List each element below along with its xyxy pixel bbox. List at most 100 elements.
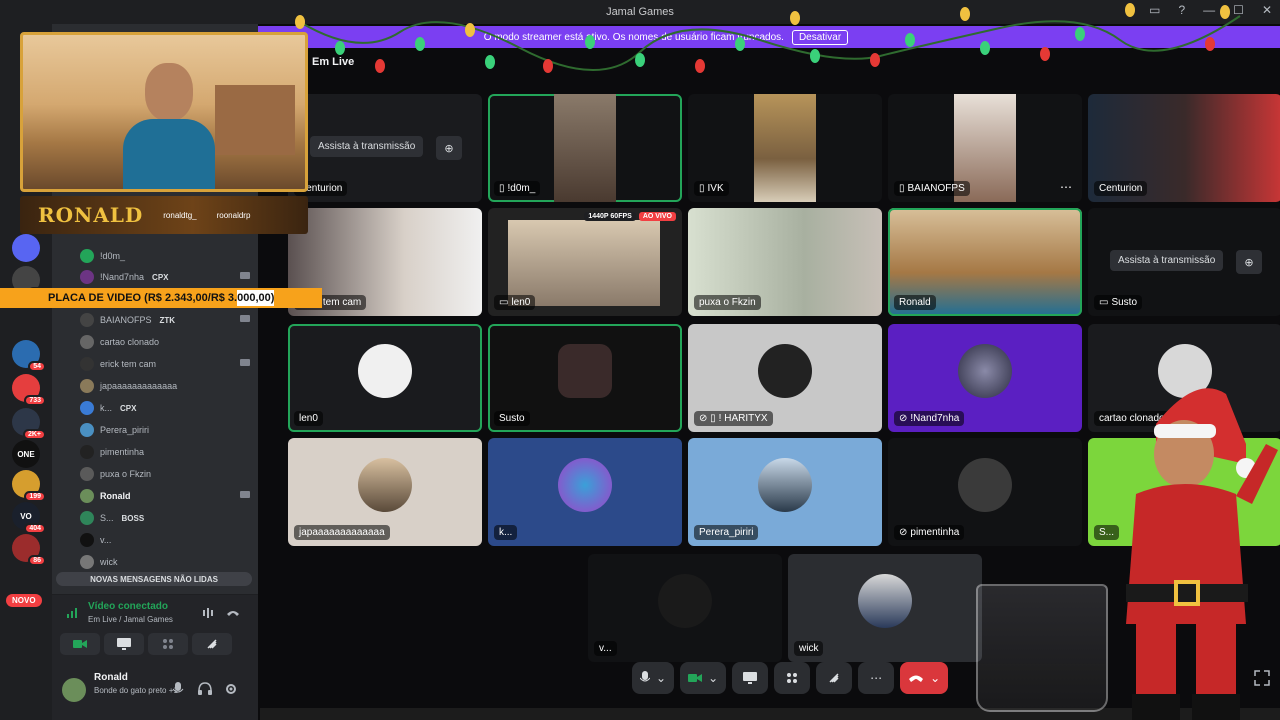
- member-tag: CPX: [152, 272, 169, 282]
- signal-icon[interactable]: [66, 605, 80, 619]
- video-tile[interactable]: ▯ BAIANOFPS ⋯: [888, 94, 1082, 202]
- chevron-down-icon[interactable]: ⌄: [930, 671, 940, 685]
- disconnect-button[interactable]: ⌄: [900, 662, 949, 694]
- noise-suppression-icon[interactable]: [202, 607, 216, 619]
- avatar: [80, 401, 94, 415]
- voice-member[interactable]: puxa o Fkzin: [80, 464, 250, 484]
- voice-member[interactable]: japaaaaaaaaaaaaa: [80, 376, 250, 396]
- microphone-icon[interactable]: [172, 682, 184, 696]
- voice-member[interactable]: erick tem cam: [80, 354, 250, 374]
- voice-member[interactable]: Perera_piriri: [80, 420, 250, 440]
- server-icon[interactable]: 199: [12, 470, 46, 502]
- chevron-down-icon[interactable]: ⌄: [708, 671, 718, 685]
- background-house: [215, 85, 295, 155]
- server-badge: 404: [24, 523, 46, 534]
- soundboard-button[interactable]: [816, 662, 853, 694]
- watch-stream-button[interactable]: Assista à transmissão: [1110, 250, 1224, 271]
- soundboard-button[interactable]: [192, 633, 232, 655]
- activities-button[interactable]: [148, 633, 188, 655]
- avatar-tile[interactable]: japaaaaaaaaaaaaa: [288, 438, 482, 546]
- participant-name: ▯ IVK: [694, 181, 729, 196]
- member-name: pimentinha: [100, 447, 145, 457]
- avatar-tile[interactable]: wick: [788, 554, 982, 662]
- more-icon: ⋯: [870, 671, 883, 685]
- disconnect-icon[interactable]: [226, 607, 240, 619]
- light-bulb: [695, 59, 705, 73]
- screen-share-button[interactable]: [732, 662, 769, 694]
- avatar: [80, 489, 94, 503]
- minimize-icon[interactable]: —: [1203, 3, 1215, 17]
- voice-member[interactable]: cartao clonado: [80, 332, 250, 352]
- avatar: [80, 357, 94, 371]
- member-name: !Nand7nha: [100, 272, 145, 282]
- popout-icon[interactable]: ⊕: [1236, 250, 1262, 274]
- avatar-tile[interactable]: ⊘ pimentinha: [888, 438, 1082, 546]
- help-icon[interactable]: ?: [1178, 3, 1185, 17]
- disable-streamer-mode-button[interactable]: Desativar: [791, 29, 849, 45]
- member-name: Perera_piriri: [100, 425, 150, 435]
- call-controls: ⌄ ⌄ ⋯ ⌄: [632, 662, 949, 694]
- server-icon[interactable]: 54: [12, 340, 46, 372]
- popout-icon[interactable]: ⊕: [436, 136, 462, 160]
- avatar-tile[interactable]: Susto: [488, 324, 682, 432]
- voice-member[interactable]: S... BOSS: [80, 508, 250, 528]
- voice-member[interactable]: !Nand7nha CPX: [80, 267, 250, 287]
- stream-tile[interactable]: 1440P 60FPS AO VIVO ▭ len0: [488, 208, 682, 316]
- voice-member[interactable]: Ronald: [80, 486, 250, 506]
- voice-member[interactable]: v...: [80, 530, 250, 550]
- maximize-icon[interactable]: ☐: [1233, 3, 1244, 17]
- watch-stream-button[interactable]: Assista à transmissão: [310, 136, 424, 157]
- server-icon[interactable]: 86: [12, 534, 46, 566]
- avatar-tile[interactable]: k...: [488, 438, 682, 546]
- activities-button[interactable]: [774, 662, 811, 694]
- video-tile[interactable]: puxa o Fkzin: [688, 208, 882, 316]
- avatar-tile[interactable]: len0: [288, 324, 482, 432]
- avatar-tile[interactable]: v...: [588, 554, 782, 662]
- avatar-tile[interactable]: ⊘ !Nand7nha: [888, 324, 1082, 432]
- avatar: [80, 467, 94, 481]
- light-bulb: [375, 59, 385, 73]
- more-options-icon[interactable]: ⋯: [1060, 180, 1072, 194]
- server-icon[interactable]: ONE: [12, 440, 40, 468]
- participant-avatar: [558, 344, 612, 398]
- goal-text: PLACA DE VIDEO (R$ 2.343,00/R$ 3.: [48, 292, 238, 304]
- avatar-tile[interactable]: ⊘ ▯ ! HARITYX: [688, 324, 882, 432]
- participant-avatar: [358, 344, 412, 398]
- server-icon[interactable]: 2K+: [12, 408, 46, 440]
- video-tile[interactable]: ▯ !d0m_: [488, 94, 682, 202]
- screen-share-icon: [743, 672, 758, 684]
- voice-member[interactable]: !d0m_: [80, 246, 250, 266]
- screen-share-button[interactable]: [104, 633, 144, 655]
- camera-toggle-button[interactable]: ⌄: [680, 662, 727, 694]
- close-icon[interactable]: ✕: [1262, 3, 1272, 17]
- headphones-icon[interactable]: [198, 682, 212, 696]
- server-icon[interactable]: [12, 234, 40, 262]
- new-badge[interactable]: NOVO: [6, 594, 42, 607]
- server-icon[interactable]: 733: [12, 374, 46, 406]
- video-tile[interactable]: ▯ IVK: [688, 94, 882, 202]
- stream-tile[interactable]: Assista à transmissão ⊕ ▭ Susto: [1088, 208, 1280, 316]
- video-tile[interactable]: Centurion: [1088, 94, 1280, 202]
- stream-tile[interactable]: Assista à transmissão ⊕ Centurion: [288, 94, 482, 202]
- settings-gear-icon[interactable]: [224, 682, 238, 696]
- server-badge: 54: [28, 361, 46, 372]
- user-name[interactable]: Ronald: [94, 672, 128, 683]
- avatar-tile[interactable]: Perera_piriri: [688, 438, 882, 546]
- microphone-button[interactable]: ⌄: [632, 662, 675, 694]
- user-avatar[interactable]: [62, 678, 86, 702]
- more-options-button[interactable]: ⋯: [858, 662, 895, 694]
- camera-button[interactable]: [60, 633, 100, 655]
- voice-channel-name[interactable]: Em Live / Jamal Games: [88, 615, 173, 624]
- server-icon[interactable]: VO 404: [12, 502, 46, 534]
- avatar: [80, 555, 94, 569]
- inbox-icon[interactable]: ▭: [1149, 3, 1160, 17]
- chevron-down-icon[interactable]: ⌄: [656, 671, 666, 685]
- voice-member[interactable]: BAIANOFPS ZTK: [80, 310, 250, 330]
- voice-member[interactable]: pimentinha: [80, 442, 250, 462]
- new-messages-bar[interactable]: NOVAS MENSAGENS NÃO LIDAS: [56, 572, 252, 586]
- participant-name: ▯ !d0m_: [494, 181, 541, 196]
- video-tile[interactable]: Ronald: [888, 208, 1082, 316]
- voice-member[interactable]: wick: [80, 552, 250, 572]
- participant-name: Perera_piriri: [694, 525, 759, 540]
- voice-member[interactable]: k... CPX: [80, 398, 250, 418]
